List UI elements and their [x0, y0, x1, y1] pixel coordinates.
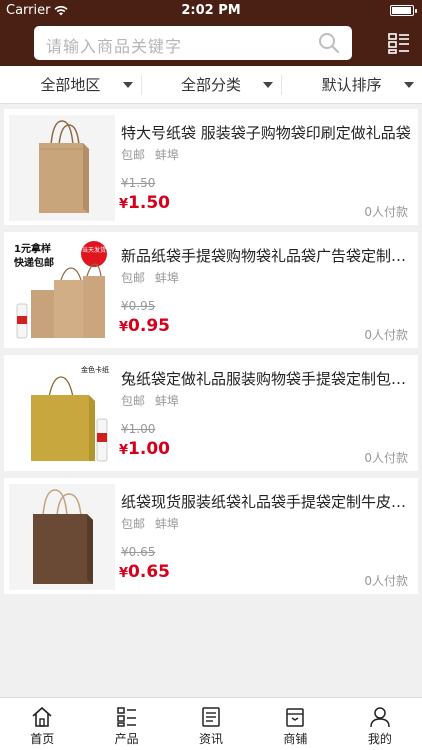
product-meta: 包邮 蚌埠 — [121, 269, 179, 286]
shipping-label: 包邮 — [121, 517, 146, 531]
product-list: 特大号纸袋 服装袋子购物袋印刷定做礼品袋 包邮 蚌埠 ¥1.50 ¥1.50 0… — [4, 109, 418, 601]
location-label: 蚌埠 — [154, 148, 179, 162]
location-label: 蚌埠 — [154, 271, 179, 285]
promo-line1: 1元拿样 — [14, 242, 51, 255]
caret-down-icon — [263, 82, 274, 88]
status-time: 2:02 PM — [181, 3, 241, 18]
battery-icon — [390, 5, 417, 16]
currency-symbol: ¥ — [119, 320, 129, 335]
product-title[interactable]: 新品纸袋手提袋购物袋礼品袋广告袋定制印刷 — [121, 245, 413, 266]
filter-bar: 全部地区 全部分类 默认排序 — [0, 66, 422, 104]
kraft-bag-image — [9, 115, 115, 221]
top-bar: Carrier 2:02 PM 请输入商品关键字 — [0, 0, 422, 66]
tab-home[interactable]: 首页 — [0, 698, 84, 750]
location-label: 蚌埠 — [154, 394, 179, 408]
sales-count: 0人付款 — [364, 328, 408, 342]
gold-bag-image: 金色卡纸 — [9, 361, 115, 467]
tab-home-label: 首页 — [30, 732, 55, 746]
tab-store[interactable]: 商铺 — [253, 698, 337, 750]
price-value: 0.65 — [128, 562, 170, 582]
tab-news[interactable]: 资讯 — [169, 698, 253, 750]
promo-badge-icon — [81, 241, 107, 267]
product-meta: 包邮 蚌埠 — [121, 515, 179, 532]
sales-count: 0人付款 — [364, 574, 408, 588]
search-input[interactable]: 请输入商品关键字 — [46, 33, 182, 57]
original-price: ¥0.65 — [121, 545, 156, 559]
filter-category[interactable]: 全部分类 — [140, 66, 282, 103]
price-value: 0.95 — [128, 316, 170, 336]
tab-store-label: 商铺 — [283, 732, 308, 746]
user-icon — [370, 707, 390, 728]
category-menu-icon[interactable] — [387, 31, 411, 55]
shipping-label: 包邮 — [121, 271, 146, 285]
search-icon[interactable] — [318, 32, 340, 54]
image-tag: 金色卡纸 — [81, 365, 109, 374]
product-title[interactable]: 兔纸袋定做礼品服装购物袋手提袋定制包装袋 — [121, 368, 413, 389]
price-value: 1.50 — [128, 193, 170, 213]
current-price: ¥0.65 — [119, 562, 170, 582]
product-list-icon — [116, 707, 136, 727]
product-item[interactable]: 1元拿样 快递包邮 当天发货 新品纸袋手提袋购物袋礼品袋广告袋定制印刷 包邮 蚌… — [4, 232, 418, 348]
filter-sort[interactable]: 默认排序 — [281, 66, 422, 103]
currency-symbol: ¥ — [119, 566, 129, 581]
product-meta: 包邮 蚌埠 — [121, 392, 179, 409]
original-price: ¥0.95 — [121, 299, 156, 313]
tab-news-label: 资讯 — [199, 732, 224, 746]
promo-line2: 快递包邮 — [13, 256, 54, 269]
filter-category-label: 全部分类 — [181, 76, 242, 94]
product-image[interactable] — [9, 484, 115, 590]
brown-bag-image — [9, 484, 115, 590]
original-price: ¥1.00 — [121, 422, 156, 436]
sales-count: 0人付款 — [364, 205, 408, 219]
current-price: ¥0.95 — [119, 316, 170, 336]
shipping-label: 包邮 — [121, 148, 146, 162]
filter-region-label: 全部地区 — [40, 76, 101, 94]
filter-sort-label: 默认排序 — [321, 76, 382, 94]
kraft-bags-promo-image: 1元拿样 快递包邮 当天发货 — [9, 238, 115, 344]
sales-count: 0人付款 — [364, 451, 408, 465]
product-item[interactable]: 特大号纸袋 服装袋子购物袋印刷定做礼品袋 包邮 蚌埠 ¥1.50 ¥1.50 0… — [4, 109, 418, 225]
filter-region[interactable]: 全部地区 — [0, 66, 141, 103]
current-price: ¥1.00 — [119, 439, 170, 459]
currency-symbol: ¥ — [119, 197, 129, 212]
product-item[interactable]: 纸袋现货服装纸袋礼品袋手提袋定制牛皮纸袋 包邮 蚌埠 ¥0.65 ¥0.65 0… — [4, 478, 418, 594]
current-price: ¥1.50 — [119, 193, 170, 213]
product-image[interactable]: 金色卡纸 — [9, 361, 115, 467]
promo-badge-text: 当天发货 — [82, 246, 106, 254]
caret-down-icon — [404, 82, 415, 88]
product-image[interactable] — [9, 115, 115, 221]
product-meta: 包邮 蚌埠 — [121, 146, 179, 163]
shipping-label: 包邮 — [121, 394, 146, 408]
product-item[interactable]: 金色卡纸 兔纸袋定做礼品服装购物袋手提袋定制包装袋 包邮 蚌埠 ¥1.00 ¥1… — [4, 355, 418, 471]
tab-profile-label: 我的 — [367, 732, 392, 746]
product-title[interactable]: 特大号纸袋 服装袋子购物袋印刷定做礼品袋 — [121, 122, 413, 143]
tab-products[interactable]: 产品 — [84, 698, 168, 750]
status-bar: Carrier 2:02 PM — [0, 0, 422, 22]
tab-products-label: 产品 — [114, 732, 139, 746]
search-bar[interactable]: 请输入商品关键字 — [34, 26, 352, 60]
product-image[interactable]: 1元拿样 快递包邮 当天发货 — [9, 238, 115, 344]
original-price: ¥1.50 — [121, 176, 156, 190]
store-icon — [286, 708, 305, 727]
home-icon — [32, 706, 52, 727]
news-icon — [202, 707, 220, 727]
product-title[interactable]: 纸袋现货服装纸袋礼品袋手提袋定制牛皮纸袋 — [121, 491, 413, 512]
price-value: 1.00 — [128, 439, 170, 459]
tab-bar: 首页 产品 资讯 商铺 我的 — [0, 697, 422, 750]
tab-profile[interactable]: 我的 — [338, 698, 422, 750]
location-label: 蚌埠 — [154, 517, 179, 531]
currency-symbol: ¥ — [119, 443, 129, 458]
caret-down-icon — [122, 82, 133, 88]
